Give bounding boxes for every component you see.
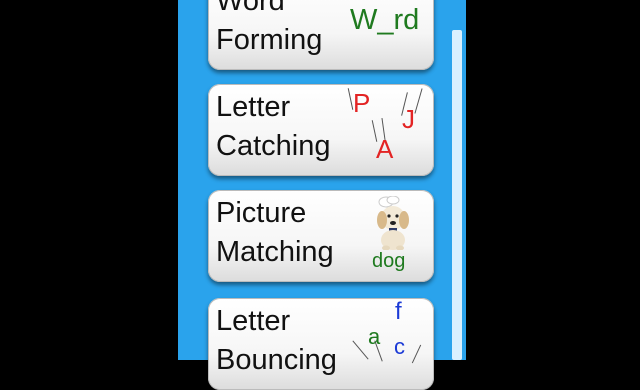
- motion-line: [414, 88, 423, 114]
- scrollbar[interactable]: [452, 30, 462, 360]
- motion-line: [411, 344, 422, 364]
- word-preview: W_rd: [350, 4, 420, 36]
- card-label-line1: Letter: [216, 91, 291, 123]
- bouncing-letter: a: [368, 324, 381, 349]
- card-label: Picture Matching: [216, 194, 334, 272]
- card-label: Letter Catching: [216, 88, 330, 166]
- word-forming-card[interactable]: Word Forming W_rd: [208, 0, 434, 70]
- motion-line: [352, 340, 369, 360]
- dog-picture-icon: [377, 196, 409, 250]
- falling-letter: A: [376, 134, 394, 164]
- card-label-line1: Word: [216, 0, 285, 17]
- picture-matching-card[interactable]: Picture Matching dog: [208, 190, 434, 282]
- falling-letter: P: [353, 88, 371, 118]
- card-label: Word Forming: [216, 0, 322, 60]
- letter-catching-card[interactable]: Letter Catching P J A: [208, 84, 434, 176]
- card-label: Letter Bouncing: [216, 302, 337, 380]
- card-label-line2: Bouncing: [216, 344, 337, 376]
- card-label-line1: Picture: [216, 197, 307, 229]
- bouncing-letter: c: [394, 334, 405, 359]
- bouncing-letter: f: [395, 298, 402, 325]
- picture-caption: dog: [372, 250, 406, 272]
- card-label-line2: Matching: [216, 236, 334, 268]
- letter-bouncing-card[interactable]: Letter Bouncing a f c: [208, 298, 434, 390]
- falling-letter: J: [402, 104, 415, 134]
- card-label-line1: Letter: [216, 305, 291, 337]
- card-label-line2: Catching: [216, 130, 331, 162]
- card-label-line2: Forming: [216, 24, 323, 56]
